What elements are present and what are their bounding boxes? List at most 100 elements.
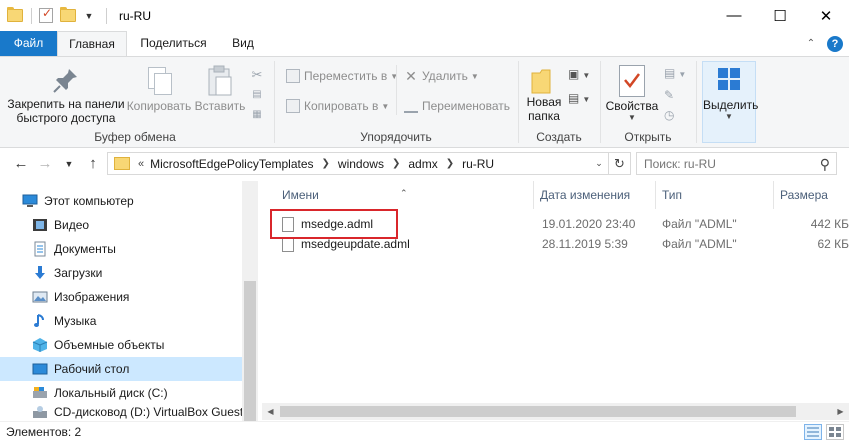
organize-group-label: Упорядочить (360, 130, 432, 144)
copy-path-icon[interactable]: ▤ (248, 85, 266, 105)
nav-item-desktop[interactable]: Рабочий стол (0, 357, 242, 381)
large-icons-view-button[interactable] (826, 424, 844, 440)
folder-icon (114, 157, 130, 170)
up-button[interactable]: ↑ (84, 154, 102, 174)
search-icon: ⚲ (819, 156, 830, 172)
forward-button[interactable]: → (36, 154, 54, 174)
scrollbar-thumb[interactable] (280, 406, 796, 417)
video-icon (32, 217, 48, 233)
large-icons-view-icon (829, 427, 841, 437)
cd-drive-icon (32, 405, 48, 421)
tab-file[interactable]: Файл (0, 31, 57, 56)
open-button[interactable]: ▤ ▼ (664, 63, 686, 85)
easy-access-button[interactable]: ▤ ▼ (568, 87, 590, 111)
address-dropdown[interactable]: ⌄ (590, 158, 608, 169)
pin-icon (51, 65, 81, 95)
file-date: 28.11.2019 5:39 (542, 237, 628, 251)
close-button[interactable]: ✕ (803, 0, 849, 31)
search-box[interactable]: ⚲ (636, 152, 837, 175)
column-header-type[interactable]: Тип (656, 181, 774, 209)
new-folder-quick-button[interactable] (60, 7, 76, 24)
rename-button[interactable]: Переименовать (404, 99, 510, 113)
recent-locations-button[interactable]: ▼ (60, 154, 78, 174)
copy-to-button[interactable]: Копировать в ▼ (286, 99, 389, 113)
breadcrumb-separator-icon[interactable]: ❯ (392, 158, 400, 169)
scroll-left-icon[interactable]: ◀ (262, 403, 279, 420)
nav-item-documents[interactable]: Документы (0, 237, 242, 261)
nav-item-downloads[interactable]: Загрузки (0, 261, 242, 285)
tab-share[interactable]: Поделиться (131, 31, 216, 56)
breadcrumb-item[interactable]: admx (408, 157, 437, 171)
group-separator (518, 61, 519, 143)
column-header-label: Имени (282, 188, 319, 202)
nav-item-3d-objects[interactable]: Объемные объекты (0, 333, 242, 357)
column-header-label: Дата изменения (540, 188, 631, 202)
tab-view[interactable]: Вид (222, 31, 264, 56)
status-bar: Элементов: 2 (0, 421, 849, 442)
help-button[interactable]: ? (827, 35, 843, 52)
navigation-bar: ← → ▼ ↑ « MicrosoftEdgePolicyTemplates ❯… (0, 148, 849, 181)
move-to-button[interactable]: Переместить в ▼ (286, 69, 398, 83)
back-button[interactable]: ← (12, 154, 30, 174)
horizontal-scrollbar[interactable]: ◀ ▶ (262, 403, 849, 420)
breadcrumb-overflow[interactable]: « (138, 158, 144, 170)
paste-button[interactable]: Вставить (194, 65, 246, 113)
details-view-button[interactable] (804, 424, 822, 440)
new-folder-button[interactable]: Новая папка (522, 65, 566, 123)
new-item-button[interactable]: ▣ ▼ (568, 63, 590, 87)
breadcrumb-item[interactable]: ru-RU (462, 157, 494, 171)
cut-icon[interactable]: ✂ (248, 65, 266, 85)
nav-item-cd-drive[interactable]: CD-дисковод (D:) VirtualBox Guest A (0, 405, 242, 421)
minimize-icon: — (726, 7, 742, 24)
nav-item-music[interactable]: Музыка (0, 309, 242, 333)
nav-item-this-pc[interactable]: Этот компьютер (0, 189, 242, 213)
delete-label: Удалить (422, 69, 468, 83)
column-header-name[interactable]: Имени ⌃ (262, 181, 534, 209)
nav-item-video[interactable]: Видео (0, 213, 242, 237)
nav-item-label: Объемные объекты (54, 338, 165, 352)
chevron-down-icon: ▼ (628, 113, 636, 122)
properties-button[interactable]: Свойства ▼ (604, 65, 660, 122)
properties-quick-button[interactable] (38, 6, 54, 24)
music-icon (32, 313, 48, 329)
address-bar[interactable]: « MicrosoftEdgePolicyTemplates ❯ windows… (107, 152, 631, 175)
nav-item-local-disk[interactable]: Локальный диск (C:) (0, 381, 242, 405)
nav-item-pictures[interactable]: Изображения (0, 285, 242, 309)
pin-to-quick-access-button[interactable]: Закрепить на панели быстрого доступа (4, 65, 128, 125)
breadcrumb-item[interactable]: windows (338, 157, 384, 171)
maximize-button[interactable]: ☐ (757, 0, 803, 31)
clipboard-group: Закрепить на панели быстрого доступа Коп… (0, 57, 270, 148)
column-header-label: Размера (780, 188, 828, 202)
paste-shortcut-icon[interactable]: ▦ (248, 105, 266, 125)
customize-toolbar-dropdown[interactable]: ▼ (82, 8, 98, 24)
navigation-pane: Этот компьютер Видео Документы Загрузки … (0, 181, 258, 421)
copy-button[interactable]: Копировать (126, 65, 192, 113)
search-input[interactable] (644, 156, 814, 171)
select-icon (718, 68, 740, 90)
minimize-button[interactable]: — (711, 0, 757, 31)
select-button[interactable]: Выделить ▼ (702, 61, 758, 143)
refresh-button[interactable]: ↻ (608, 153, 630, 174)
scroll-right-icon[interactable]: ▶ (832, 403, 849, 420)
history-button[interactable]: ◷ (664, 105, 686, 125)
breadcrumb-separator-icon[interactable]: ❯ (446, 158, 454, 169)
nav-item-label: Документы (54, 242, 116, 256)
breadcrumb-item[interactable]: MicrosoftEdgePolicyTemplates (150, 157, 313, 171)
collapse-ribbon-button[interactable]: ⌃ (799, 38, 823, 49)
nav-pane-scrollbar[interactable] (242, 181, 258, 421)
open-group-label: Открыть (624, 130, 672, 144)
breadcrumb-separator-icon[interactable]: ❯ (322, 158, 330, 169)
chevron-down-icon: ▼ (725, 112, 733, 121)
highlight-box (270, 209, 398, 239)
column-header-date[interactable]: Дата изменения (534, 181, 656, 209)
column-header-size[interactable]: Размера (774, 181, 849, 209)
chevron-down-icon: ▼ (470, 71, 479, 81)
delete-button[interactable]: ✕ Удалить ▼ (404, 69, 479, 83)
edit-button[interactable]: ✎ (664, 85, 686, 105)
file-size: 62 КБ (817, 237, 849, 251)
tab-home[interactable]: Главная (57, 31, 127, 57)
scrollbar-thumb[interactable] (244, 281, 256, 421)
file-list: Имени ⌃ Дата изменения Тип Размера msedg… (262, 181, 849, 421)
item-count: Элементов: 2 (6, 425, 82, 439)
organize-group: Переместить в ▼ Копировать в ▼ ✕ Удалить ▼ … (276, 57, 516, 148)
